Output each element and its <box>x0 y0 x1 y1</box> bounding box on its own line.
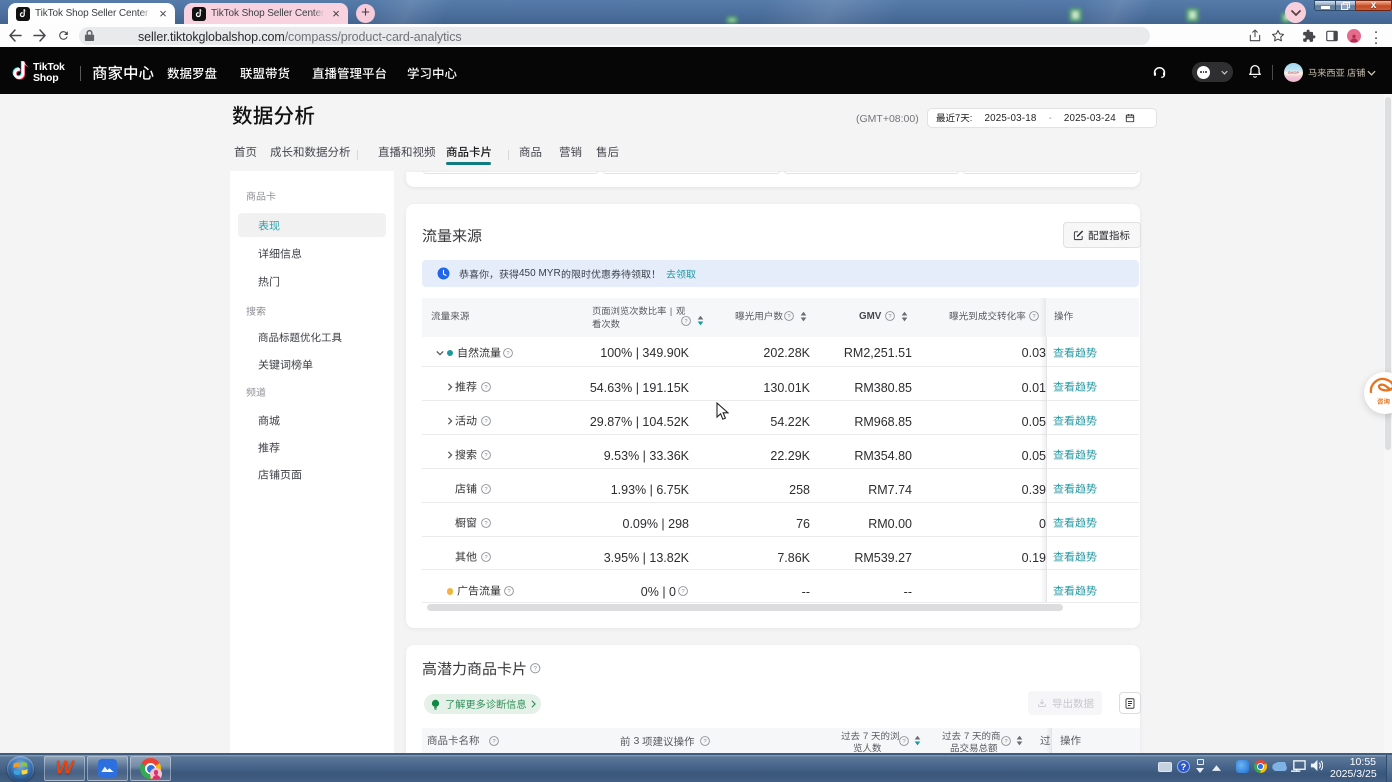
svg-text:?: ? <box>484 453 488 459</box>
svg-text:?: ? <box>534 666 538 673</box>
svg-text:?: ? <box>484 521 488 527</box>
svg-text:?: ? <box>684 319 688 325</box>
svg-text:?: ? <box>1004 739 1008 745</box>
svg-text:?: ? <box>787 314 791 320</box>
svg-text:?: ? <box>1032 314 1036 320</box>
svg-text:?: ? <box>484 555 488 561</box>
svg-text:?: ? <box>484 419 488 425</box>
svg-text:?: ? <box>902 739 906 745</box>
svg-text:?: ? <box>703 739 707 745</box>
svg-text:?: ? <box>492 739 496 745</box>
svg-text:?: ? <box>484 385 488 391</box>
svg-text:?: ? <box>888 314 892 320</box>
svg-text:?: ? <box>484 487 488 493</box>
